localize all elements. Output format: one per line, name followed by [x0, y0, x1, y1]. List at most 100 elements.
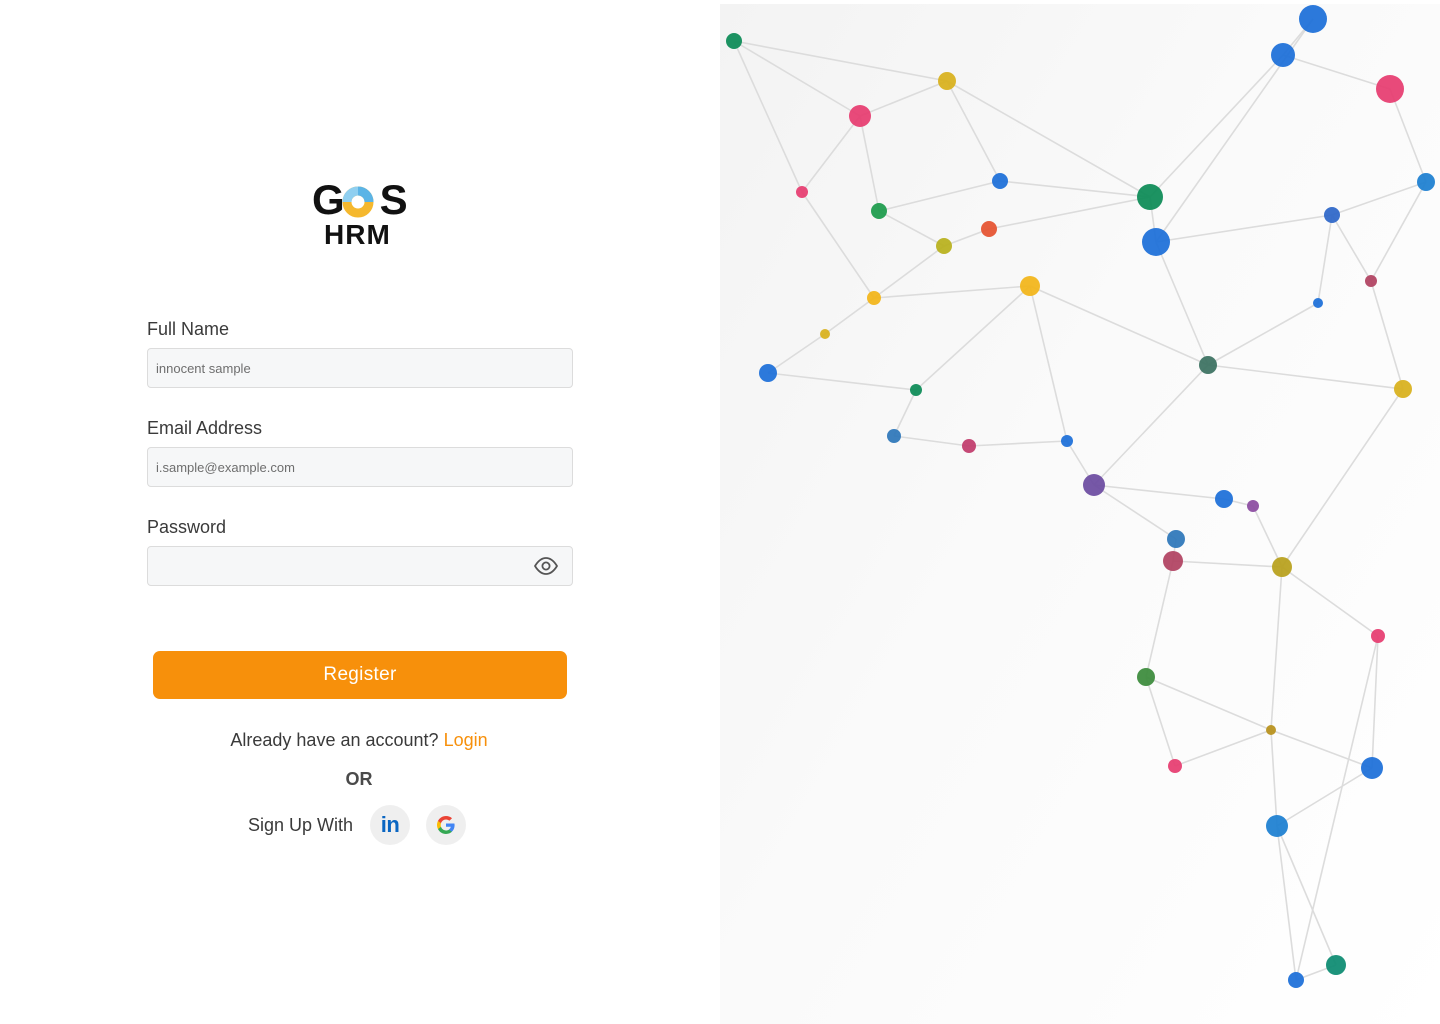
password-input[interactable] — [147, 546, 573, 586]
network-edge — [1145, 676, 1176, 767]
network-node — [1199, 356, 1217, 374]
full-name-input[interactable] — [147, 348, 573, 388]
register-button[interactable]: Register — [153, 651, 567, 699]
network-nodes-illustration — [720, 4, 1440, 1024]
network-node — [1083, 474, 1105, 496]
network-node — [871, 203, 887, 219]
network-edge — [1149, 54, 1284, 198]
network-node — [887, 429, 901, 443]
linkedin-signup-button[interactable]: in — [370, 805, 411, 845]
login-prompt-text: Already have an account? — [230, 730, 439, 750]
signup-with-label: Sign Up With — [248, 814, 354, 835]
or-divider: OR — [345, 769, 373, 789]
login-link[interactable]: Login — [444, 730, 488, 750]
network-node — [1361, 757, 1383, 779]
linkedin-icon: in — [380, 812, 400, 837]
password-field: Password — [147, 515, 573, 586]
full-name-label: Full Name — [147, 319, 230, 339]
network-graph — [726, 5, 1435, 988]
registration-panel: GS HRM Full Name Email Address Password … — [0, 0, 720, 1024]
network-edge — [1207, 364, 1404, 390]
network-node — [1020, 276, 1040, 296]
network-node — [1313, 298, 1323, 308]
network-node — [1137, 668, 1155, 686]
network-edge — [1207, 302, 1319, 366]
network-edge — [801, 191, 875, 299]
network-edge — [1389, 88, 1427, 183]
network-node — [1376, 75, 1404, 103]
network-edge — [1174, 729, 1272, 767]
network-node — [1061, 435, 1073, 447]
password-label: Password — [147, 517, 227, 537]
network-edge — [1172, 560, 1283, 568]
network-node — [1215, 490, 1233, 508]
network-edge — [988, 196, 1151, 230]
network-edge — [1155, 214, 1333, 243]
network-edge — [873, 285, 1031, 299]
network-node — [820, 329, 830, 339]
network-node — [1266, 725, 1276, 735]
network-edge — [1370, 280, 1404, 390]
network-edge — [859, 115, 880, 212]
network-node — [1167, 530, 1185, 548]
network-node — [910, 384, 922, 396]
network-edge — [878, 210, 945, 247]
network-node — [992, 173, 1008, 189]
network-node — [1288, 972, 1304, 988]
network-node — [1247, 500, 1259, 512]
network-node — [1271, 43, 1295, 67]
eye-icon[interactable] — [533, 555, 559, 577]
social-signup-row: Sign Up With in — [248, 805, 482, 845]
login-prompt: Already have an account? Login — [0, 729, 718, 751]
network-edge — [873, 245, 945, 299]
network-edge — [1145, 560, 1174, 678]
network-edge — [1029, 285, 1068, 442]
logo-o-icon — [342, 186, 374, 218]
network-edge — [1317, 214, 1333, 304]
network-edge — [1270, 729, 1278, 827]
network-edge — [893, 435, 970, 447]
network-node — [1137, 184, 1163, 210]
network-edge — [878, 180, 1001, 212]
network-node — [936, 238, 952, 254]
google-signup-button[interactable] — [426, 805, 467, 845]
network-edge — [1370, 181, 1427, 282]
network-edge — [1331, 214, 1372, 282]
network-edge — [767, 372, 917, 391]
network-node — [1272, 557, 1292, 577]
network-node — [1365, 275, 1377, 287]
network-node — [796, 186, 808, 198]
network-node — [962, 439, 976, 453]
network-node — [1168, 759, 1182, 773]
network-node — [1163, 551, 1183, 571]
network-node — [867, 291, 881, 305]
network-edge — [1155, 241, 1209, 366]
network-node — [1371, 629, 1385, 643]
network-edge — [1029, 285, 1209, 366]
logo-wordmark-bottom: HRM — [324, 219, 391, 250]
network-node — [726, 33, 742, 49]
network-edge — [767, 333, 826, 374]
network-edge — [1270, 566, 1283, 731]
network-node — [1394, 380, 1412, 398]
network-edge — [1295, 635, 1379, 981]
network-edge — [733, 40, 948, 82]
network-edge — [824, 297, 875, 335]
network-edge — [968, 440, 1068, 447]
network-edge — [1282, 54, 1391, 90]
full-name-field: Full Name — [147, 317, 573, 388]
network-edge — [893, 389, 917, 437]
network-edge — [915, 285, 1031, 391]
network-edge — [1281, 566, 1379, 637]
network-edge — [1281, 388, 1404, 568]
network-edge — [1331, 181, 1427, 216]
network-edge — [1093, 364, 1209, 486]
network-edge — [1145, 676, 1272, 731]
network-edge — [1252, 505, 1283, 568]
email-input[interactable] — [147, 447, 573, 487]
network-node — [1266, 815, 1288, 837]
gos-hrm-logo: GS HRM — [310, 178, 410, 252]
network-edge — [801, 115, 861, 193]
network-node — [759, 364, 777, 382]
network-edge — [859, 80, 948, 117]
